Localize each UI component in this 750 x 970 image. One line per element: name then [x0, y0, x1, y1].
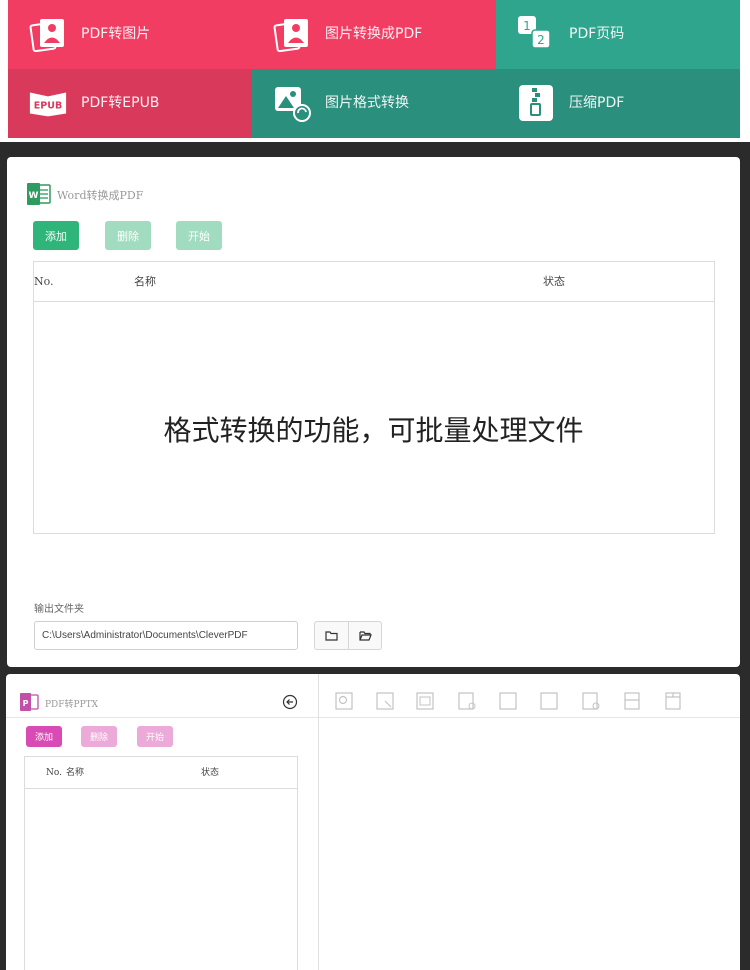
output-path-field[interactable]: C:\Users\Administrator\Documents\CleverP…	[34, 621, 298, 650]
table-header: No. 名称 状态	[34, 262, 714, 302]
start-button[interactable]: 开始	[137, 726, 173, 747]
tile-label: PDF转图片	[81, 26, 151, 42]
zip-icon	[516, 83, 556, 123]
folder-open-icon	[358, 631, 372, 641]
image-convert-icon	[272, 83, 312, 123]
word-icon: W	[27, 182, 51, 208]
back-arrow-icon[interactable]	[282, 694, 298, 714]
column-name: 名称	[66, 768, 85, 778]
svg-text:W: W	[29, 191, 39, 201]
output-path-text: C:\Users\Administrator\Documents\CleverP…	[42, 630, 248, 641]
pdf-to-pptx-panel: P PDF转PPTX 添加 删除 开始 No. 名称 状态	[6, 674, 740, 970]
tile-label: 图片格式转换	[325, 95, 409, 111]
file-table: No. 名称 状态	[33, 261, 715, 534]
image-to-pdf-icon	[272, 14, 312, 54]
panel-title: W Word转换成PDF	[27, 182, 144, 208]
column-no: No.	[46, 768, 62, 778]
panel-title: P PDF转PPTX	[20, 692, 99, 714]
header-divider	[6, 717, 740, 718]
svg-text:2: 2	[537, 33, 545, 47]
page-search-icon[interactable]	[582, 692, 600, 710]
tile-image-to-pdf[interactable]: 图片转换成PDF	[252, 0, 496, 69]
pane-divider	[318, 674, 319, 970]
panel-title-text: PDF转PPTX	[45, 699, 99, 710]
tile-pdf-to-epub[interactable]: EPUB PDF转EPUB	[8, 69, 252, 138]
panel-title-text: Word转换成PDF	[57, 189, 144, 202]
tool-tiles: PDF转图片 图片转换成PDF 1 2 PDF页码 EPUB PDF转EPUB …	[0, 0, 750, 142]
start-button[interactable]: 开始	[176, 221, 222, 250]
svg-text:P: P	[23, 699, 29, 708]
browse-folder-button[interactable]	[315, 622, 348, 649]
split-horizontal-icon[interactable]	[623, 692, 641, 710]
pdf-to-image-icon	[28, 14, 68, 54]
column-name: 名称	[134, 275, 156, 288]
tile-pdf-to-image[interactable]: PDF转图片	[8, 0, 252, 69]
image-icon[interactable]	[416, 692, 434, 710]
open-folder-button[interactable]	[348, 622, 381, 649]
add-button[interactable]: 添加	[33, 221, 79, 250]
feature-caption: 格式转换的功能，可批量处理文件	[163, 414, 584, 447]
epub-icon: EPUB	[28, 83, 68, 123]
blank-page-icon[interactable]	[540, 692, 558, 710]
page-settings-icon[interactable]	[458, 692, 476, 710]
svg-text:1: 1	[523, 19, 531, 33]
column-status: 状态	[543, 275, 565, 288]
add-button[interactable]: 添加	[26, 726, 62, 747]
app-screenshot: PDF转图片 图片转换成PDF 1 2 PDF页码 EPUB PDF转EPUB …	[0, 0, 750, 970]
pptx-icon: P	[20, 692, 39, 714]
column-status: 状态	[201, 768, 220, 778]
svg-text:EPUB: EPUB	[34, 101, 62, 112]
tile-image-format-convert[interactable]: 图片格式转换	[252, 69, 496, 138]
file-table: No. 名称 状态	[24, 756, 298, 970]
tile-label: PDF页码	[569, 26, 625, 42]
page-number-icon: 1 2	[516, 14, 556, 54]
delete-button[interactable]: 删除	[105, 221, 151, 250]
tile-label: 图片转换成PDF	[325, 26, 423, 42]
folder-button-group	[314, 621, 382, 650]
zoom-icon[interactable]	[335, 692, 353, 710]
tile-label: 压缩PDF	[569, 95, 625, 111]
table-header: No. 名称 状态	[25, 757, 297, 789]
tile-pdf-page-number[interactable]: 1 2 PDF页码	[496, 0, 740, 69]
page-icon[interactable]	[499, 692, 517, 710]
tile-compress-pdf[interactable]: 压缩PDF	[496, 69, 740, 138]
output-folder-label: 输出文件夹	[34, 604, 84, 615]
tile-label: PDF转EPUB	[81, 95, 160, 111]
split-vertical-icon[interactable]	[664, 692, 682, 710]
delete-button[interactable]: 删除	[81, 726, 117, 747]
folder-icon	[325, 631, 338, 641]
select-icon[interactable]	[376, 692, 394, 710]
word-to-pdf-panel: W Word转换成PDF 添加 删除 开始 No. 名称 状态 格式转换的功能，…	[7, 157, 740, 667]
column-no: No.	[34, 275, 54, 288]
